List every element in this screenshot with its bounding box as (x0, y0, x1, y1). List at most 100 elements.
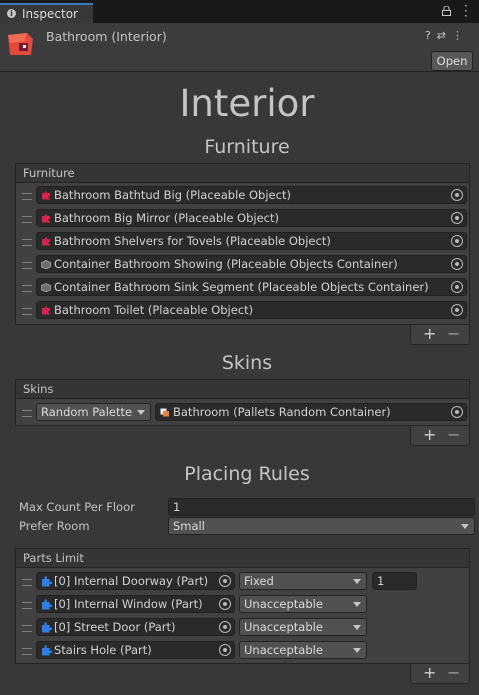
object-picker-icon[interactable] (451, 304, 463, 316)
object-picker-icon[interactable] (219, 621, 231, 633)
skins-list: Random Palette Bathroom (Pallets Random … (15, 398, 470, 426)
object-picker-icon[interactable] (451, 258, 463, 270)
object-picker-icon[interactable] (451, 406, 463, 418)
object-field[interactable]: Bathroom Bathtud Big (Placeable Object) (36, 186, 467, 204)
list-item: [0] Internal Window (Part) Unacceptable (16, 595, 469, 616)
object-field[interactable]: Bathroom Shelvers for Tovels (Placeable … (36, 232, 467, 250)
help-icon[interactable]: ? (425, 29, 437, 42)
info-icon: i (7, 9, 16, 18)
object-picker-icon[interactable] (451, 189, 463, 201)
object-picker-icon[interactable] (219, 598, 231, 610)
object-field-value: Container Bathroom Sink Segment (Placeab… (54, 280, 429, 294)
furniture-list-label: Furniture (23, 166, 75, 180)
drag-handle[interactable] (22, 262, 32, 269)
max-count-label: Max Count Per Floor (19, 500, 135, 514)
skins-section-title: Skins (221, 352, 273, 374)
skins-list-footer: + − (410, 425, 470, 446)
max-count-value: 1 (173, 500, 181, 514)
skin-object-field[interactable]: Bathroom (Pallets Random Container) (155, 403, 467, 421)
part-object-field[interactable]: [0] Internal Window (Part) (36, 595, 235, 613)
part-object-field[interactable]: Stairs Hole (Part) (36, 641, 235, 659)
part-puzzle-icon (42, 576, 52, 587)
part-object-field[interactable]: [0] Street Door (Part) (36, 618, 235, 636)
palette-container-icon (160, 408, 169, 417)
placing-rules-section-title: Placing Rules (184, 463, 310, 485)
remove-item-button[interactable]: − (447, 663, 460, 682)
part-puzzle-icon (42, 599, 52, 610)
object-picker-icon[interactable] (219, 575, 231, 587)
scriptable-object-icon (8, 33, 33, 55)
list-item: Bathroom Big Mirror (Placeable Object) (16, 209, 469, 230)
skin-object-value: Bathroom (Pallets Random Container) (173, 405, 391, 419)
object-picker-icon[interactable] (451, 212, 463, 224)
add-item-button[interactable]: + (423, 324, 436, 343)
skin-mode-value: Random Palette (41, 405, 133, 419)
remove-item-button[interactable]: − (447, 324, 460, 343)
remove-item-button[interactable]: − (447, 425, 460, 444)
drag-handle[interactable] (22, 602, 32, 609)
object-field-value: Bathroom Shelvers for Tovels (Placeable … (54, 234, 331, 248)
placeable-object-icon (42, 191, 50, 200)
object-field[interactable]: Container Bathroom Sink Segment (Placeab… (36, 278, 467, 296)
header-icons: ?⇄⋮ (425, 29, 469, 42)
drag-handle[interactable] (22, 648, 32, 655)
part-rule-dropdown[interactable]: Fixed (239, 572, 367, 590)
list-item: [0] Street Door (Part) Unacceptable (16, 618, 469, 639)
kebab-menu-icon[interactable]: · · · (464, 0, 468, 22)
part-rule-value: Unacceptable (244, 620, 323, 634)
furniture-list-header: Furniture (15, 163, 470, 182)
max-count-field[interactable]: 1 (168, 498, 475, 516)
drag-handle[interactable] (22, 239, 32, 246)
object-picker-icon[interactable] (219, 644, 231, 656)
list-item: Bathroom Bathtud Big (Placeable Object) (16, 186, 469, 207)
part-object-value: [0] Internal Doorway (Part) (54, 574, 209, 588)
drag-handle[interactable] (22, 193, 32, 200)
part-rule-dropdown[interactable]: Unacceptable (239, 618, 367, 636)
part-object-value: [0] Street Door (Part) (54, 620, 176, 634)
part-rule-value: Unacceptable (244, 643, 323, 657)
part-rule-dropdown[interactable]: Unacceptable (239, 641, 367, 659)
header-menu-icon[interactable]: ⋮ (452, 29, 469, 42)
add-item-button[interactable]: + (423, 663, 436, 682)
list-item: Container Bathroom Showing (Placeable Ob… (16, 255, 469, 276)
list-item: Bathroom Shelvers for Tovels (Placeable … (16, 232, 469, 253)
tab-inspector[interactable]: i Inspector (0, 3, 93, 23)
drag-handle[interactable] (22, 625, 32, 632)
part-puzzle-icon (42, 622, 52, 633)
add-item-button[interactable]: + (423, 425, 436, 444)
placeable-object-icon (42, 306, 50, 315)
chevron-down-icon (461, 524, 469, 529)
placeable-object-icon (42, 214, 50, 223)
object-field[interactable]: Bathroom Big Mirror (Placeable Object) (36, 209, 467, 227)
part-rule-value: Fixed (244, 574, 274, 588)
skin-mode-dropdown[interactable]: Random Palette (36, 403, 151, 421)
drag-handle[interactable] (22, 308, 32, 315)
drag-handle[interactable] (22, 285, 32, 292)
chevron-down-icon (353, 579, 361, 584)
parts-limit-list-label: Parts Limit (23, 551, 84, 565)
part-object-field[interactable]: [0] Internal Doorway (Part) (36, 572, 235, 590)
object-name: Bathroom (Interior) (46, 29, 167, 44)
tab-inspector-label: Inspector (22, 7, 78, 21)
part-count-field[interactable]: 1 (372, 572, 417, 590)
parts-limit-list-header: Parts Limit (15, 548, 470, 567)
chevron-down-icon (353, 602, 361, 607)
open-button[interactable]: Open (431, 51, 473, 71)
drag-handle[interactable] (22, 579, 32, 586)
part-rule-dropdown[interactable]: Unacceptable (239, 595, 367, 613)
list-item: Bathroom Toilet (Placeable Object) (16, 301, 469, 322)
prefer-room-value: Small (173, 519, 205, 533)
drag-handle[interactable] (22, 216, 32, 223)
drag-handle[interactable] (22, 410, 32, 417)
presets-icon[interactable]: ⇄ (437, 29, 452, 42)
part-object-value: Stairs Hole (Part) (54, 643, 152, 657)
prefer-room-dropdown[interactable]: Small (168, 517, 475, 535)
object-field[interactable]: Container Bathroom Showing (Placeable Ob… (36, 255, 467, 273)
object-picker-icon[interactable] (451, 281, 463, 293)
object-field[interactable]: Bathroom Toilet (Placeable Object) (36, 301, 467, 319)
lock-icon[interactable] (442, 6, 451, 16)
chevron-down-icon (353, 648, 361, 653)
object-field-value: Bathroom Bathtud Big (Placeable Object) (54, 188, 291, 202)
part-puzzle-icon (42, 645, 52, 656)
object-picker-icon[interactable] (451, 235, 463, 247)
